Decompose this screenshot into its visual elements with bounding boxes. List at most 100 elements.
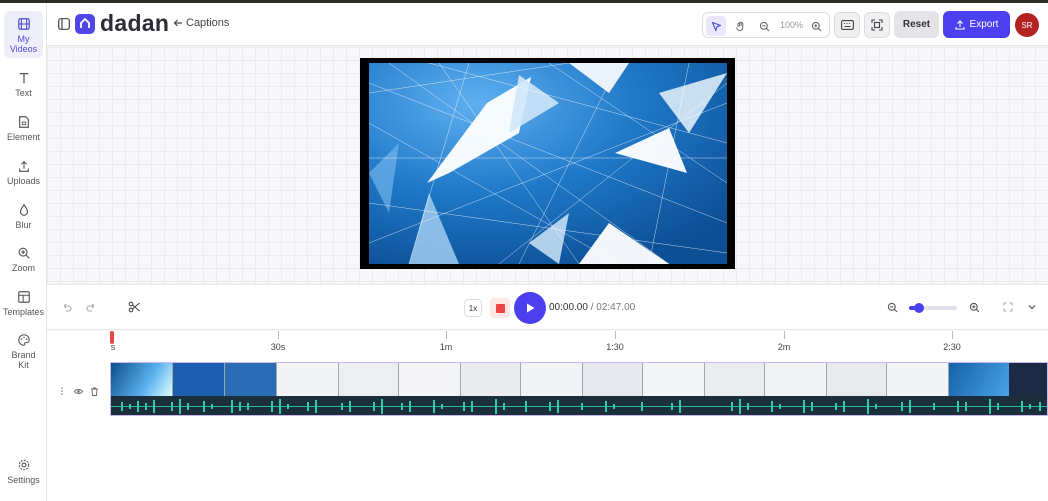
track-delete-button[interactable] xyxy=(89,386,99,396)
play-button[interactable] xyxy=(514,292,546,324)
timeline-zoom-slider-knob[interactable] xyxy=(913,303,924,313)
ruler-label: 1m xyxy=(439,342,453,352)
ruler-label: 2:30 xyxy=(943,342,961,352)
playback-speed-button[interactable]: 1x xyxy=(464,299,482,317)
timeline-ruler[interactable]: s 30s 1m 1:30 2m 2:30 xyxy=(110,331,1048,353)
time-display: 00:00.00 / 02:47.00 xyxy=(549,302,635,313)
timeline-zoom-in-button[interactable] xyxy=(967,300,981,314)
fit-screen-button[interactable] xyxy=(864,12,890,38)
logo-mark-icon xyxy=(75,14,95,34)
sidebar-item-blur[interactable]: Blur xyxy=(0,203,47,230)
cursor-icon xyxy=(711,21,721,31)
zoom-out-button[interactable] xyxy=(754,16,774,36)
logo-text: dadan xyxy=(100,10,170,36)
zoom-icon xyxy=(18,247,30,259)
waveform-graphic xyxy=(111,399,1047,414)
sidebar-toggle-icon[interactable] xyxy=(58,18,70,30)
sidebar-item-settings[interactable]: Settings xyxy=(0,458,47,485)
redo-icon xyxy=(85,303,94,312)
total-duration: 02:47.00 xyxy=(596,302,636,313)
clip-thumbnail xyxy=(399,363,461,396)
canvas-tool-group: 100% xyxy=(702,12,830,38)
clip-thumbnail xyxy=(521,363,583,396)
avatar[interactable]: SR xyxy=(1015,13,1039,37)
eye-icon xyxy=(73,388,83,394)
sidebar-item-text[interactable]: Text xyxy=(0,71,47,98)
sidebar-item-label: Blur xyxy=(15,220,32,230)
redo-button[interactable] xyxy=(84,300,98,314)
timeline-zoom-slider[interactable] xyxy=(909,303,957,313)
chevron-down-icon xyxy=(1028,305,1036,310)
sidebar: My Videos Text Element Uploads Blur Zoom… xyxy=(0,3,47,501)
play-icon xyxy=(527,303,535,313)
clip-thumbnail xyxy=(173,363,225,396)
blur-icon xyxy=(19,203,28,216)
film-icon xyxy=(17,18,30,30)
timeline-zoom-out-button[interactable] xyxy=(885,300,899,314)
sidebar-item-brand-kit[interactable]: Brand Kit xyxy=(0,333,47,370)
keyboard-shortcuts-button[interactable] xyxy=(834,12,860,38)
fit-screen-icon xyxy=(871,19,883,31)
sidebar-item-my-videos[interactable]: My Videos xyxy=(4,11,43,58)
export-label: Export xyxy=(969,19,999,30)
ruler-tick xyxy=(278,331,279,339)
hand-tool-button[interactable] xyxy=(730,16,750,36)
upload-icon xyxy=(18,160,29,172)
sidebar-item-uploads[interactable]: Uploads xyxy=(0,159,47,186)
fullscreen-icon xyxy=(1003,302,1013,312)
split-button[interactable] xyxy=(127,300,141,314)
track-visibility-button[interactable] xyxy=(73,386,83,396)
clip-thumbnail xyxy=(827,363,887,396)
clip-thumbnail xyxy=(461,363,521,396)
zoom-level: 100% xyxy=(780,20,804,30)
element-icon xyxy=(18,116,29,128)
zoom-out-icon xyxy=(887,302,897,312)
zoom-in-button[interactable] xyxy=(806,16,826,36)
ruler-tick xyxy=(784,331,785,339)
stop-icon xyxy=(495,303,505,313)
export-icon xyxy=(954,19,965,30)
sidebar-item-zoom[interactable]: Zoom xyxy=(0,246,47,273)
current-time: 00:00.00 xyxy=(549,302,588,313)
audio-waveform xyxy=(111,396,1047,415)
video-track-clip[interactable] xyxy=(110,362,1048,416)
sidebar-item-element[interactable]: Element xyxy=(0,115,47,142)
header: dadan Captions 100% Reset Export SR xyxy=(47,3,1048,46)
ruler-tick xyxy=(952,331,953,339)
sidebar-item-label: Text xyxy=(15,88,32,98)
reset-button[interactable]: Reset xyxy=(894,11,939,38)
keyboard-icon xyxy=(840,20,854,30)
clip-thumbnail xyxy=(111,363,173,396)
playback-controls: 1x 00:00.00 / 02:47.00 xyxy=(47,284,1048,330)
track-drag-handle[interactable] xyxy=(57,386,67,396)
gear-icon xyxy=(18,459,29,471)
zoom-out-icon xyxy=(759,21,769,31)
templates-icon xyxy=(17,291,30,303)
collapse-timeline-button[interactable] xyxy=(1025,300,1039,314)
playhead[interactable] xyxy=(110,331,114,344)
scissors-icon xyxy=(128,301,140,313)
canvas-area xyxy=(47,47,1048,284)
pointer-tool-button[interactable] xyxy=(706,16,726,36)
clip-thumbnail xyxy=(705,363,765,396)
undo-icon xyxy=(63,303,72,312)
clip-thumbnail xyxy=(225,363,277,396)
trash-icon xyxy=(90,387,98,396)
fullscreen-button[interactable] xyxy=(1001,300,1015,314)
export-button[interactable]: Export xyxy=(943,11,1010,38)
zoom-in-icon xyxy=(811,21,821,31)
sidebar-item-label: Settings xyxy=(7,475,40,485)
ruler-tick xyxy=(446,331,447,339)
clip-thumbnail xyxy=(277,363,339,396)
ruler-label: 30s xyxy=(270,342,286,352)
undo-button[interactable] xyxy=(59,300,73,314)
clip-thumbnail xyxy=(339,363,399,396)
timeline: s 30s 1m 1:30 2m 2:30 xyxy=(47,331,1048,501)
ruler-label: 2m xyxy=(777,342,791,352)
stop-button[interactable] xyxy=(490,298,510,318)
palette-icon xyxy=(17,334,30,346)
video-preview[interactable] xyxy=(369,63,727,264)
back-link[interactable]: Captions xyxy=(173,17,229,29)
sidebar-item-templates[interactable]: Templates xyxy=(0,290,47,317)
back-link-label: Captions xyxy=(186,17,230,29)
